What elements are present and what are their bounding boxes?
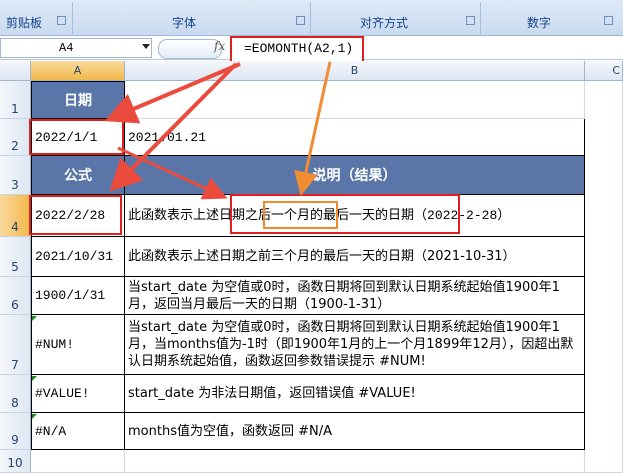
highlight-box-a2 <box>29 119 124 155</box>
b4-text-1: 此函数表示上述日期 <box>128 208 246 223</box>
highlight-box-a4 <box>29 195 122 235</box>
insert-function-icon[interactable]: fx <box>214 39 225 53</box>
formula-bar-handle[interactable] <box>158 39 222 59</box>
cell-a1[interactable]: 日期 <box>31 81 125 119</box>
cell-b2[interactable]: 2021.01.21 <box>125 119 585 156</box>
cell-a7[interactable]: #NUM! <box>31 315 125 375</box>
row-header-8[interactable]: 8 <box>0 375 31 413</box>
row-number: 3 <box>11 178 19 192</box>
cell-a6[interactable]: 1900/1/31 <box>31 277 125 315</box>
ribbon-separator <box>72 2 73 34</box>
select-all-corner[interactable] <box>0 61 31 81</box>
row-header-3[interactable]: 3 <box>0 156 31 195</box>
cell-a8[interactable]: #VALUE! <box>31 375 125 413</box>
row-number: 1 <box>11 102 19 116</box>
highlight-box-after-one-month <box>263 201 338 229</box>
cell-b10[interactable] <box>125 450 585 473</box>
ribbon-separator <box>480 2 481 34</box>
cell-b9[interactable]: months值为空值，函数返回 #N/A <box>125 413 585 450</box>
error-indicator-icon <box>32 414 37 419</box>
row-number: 4 <box>11 220 19 234</box>
number-launcher-icon[interactable] <box>604 16 613 25</box>
cell-b8[interactable]: start_date 为非法日期值，返回错误值 #VALUE! <box>125 375 585 413</box>
row-header-5[interactable]: 5 <box>0 237 31 277</box>
row-number: 2 <box>11 139 19 153</box>
row-number: 6 <box>11 298 19 312</box>
font-group-label: 字体 <box>172 16 197 30</box>
clipboard-launcher-icon[interactable] <box>57 16 66 25</box>
font-launcher-icon[interactable] <box>296 16 305 25</box>
ribbon: 剪贴板 字体 对齐方式 数字 <box>0 0 623 36</box>
alignment-group-label: 对齐方式 <box>360 16 409 30</box>
row-header-10[interactable]: 10 <box>0 450 31 473</box>
cell-b7[interactable]: 当start_date 为空值或0时，函数日期将回到默认日期系统起始值1900年… <box>125 315 585 375</box>
cell-b3[interactable]: 说明（结果） <box>125 156 585 195</box>
row-number: 10 <box>7 456 23 470</box>
row-header-9[interactable]: 9 <box>0 413 31 450</box>
cell-a5[interactable]: 2021/10/31 <box>31 237 125 277</box>
row-number: 8 <box>11 396 19 410</box>
row-number: 9 <box>11 433 19 447</box>
row-header-4[interactable]: 4 <box>0 195 31 237</box>
row-number: 7 <box>11 358 19 372</box>
column-header-a[interactable]: A <box>31 61 125 81</box>
column-header-c[interactable]: C <box>585 61 623 81</box>
clipboard-group-label: 剪贴板 <box>6 16 43 30</box>
row-number: 5 <box>11 260 19 274</box>
cell-a9[interactable]: #N/A <box>31 413 125 450</box>
cell-a10[interactable] <box>31 450 125 473</box>
cell-b6[interactable]: 当start_date 为空值或0时，函数日期将回到默认日期系统起始值1900年… <box>125 277 585 315</box>
cell-a3[interactable]: 公式 <box>31 156 125 195</box>
alignment-launcher-icon[interactable] <box>466 16 475 25</box>
ribbon-separator <box>310 2 311 34</box>
row-header-7[interactable]: 7 <box>0 315 31 375</box>
formula-input[interactable]: =EOMONTH(A2,1) <box>230 36 364 63</box>
chevron-down-icon[interactable] <box>142 44 150 49</box>
column-c-cells[interactable] <box>585 81 623 473</box>
number-group-label: 数字 <box>527 16 552 30</box>
cell-b5[interactable]: 此函数表示上述日期之前三个月的最后一天的日期（2021-10-31） <box>125 237 585 277</box>
error-indicator-icon <box>32 376 37 381</box>
column-header-b[interactable]: B <box>125 61 585 81</box>
row-header-6[interactable]: 6 <box>0 277 31 315</box>
row-header-2[interactable]: 2 <box>0 119 31 156</box>
row-header-1[interactable]: 1 <box>0 81 31 119</box>
cell-b1[interactable] <box>125 81 585 119</box>
error-indicator-icon <box>32 316 37 321</box>
name-box[interactable]: A4 <box>0 38 152 58</box>
